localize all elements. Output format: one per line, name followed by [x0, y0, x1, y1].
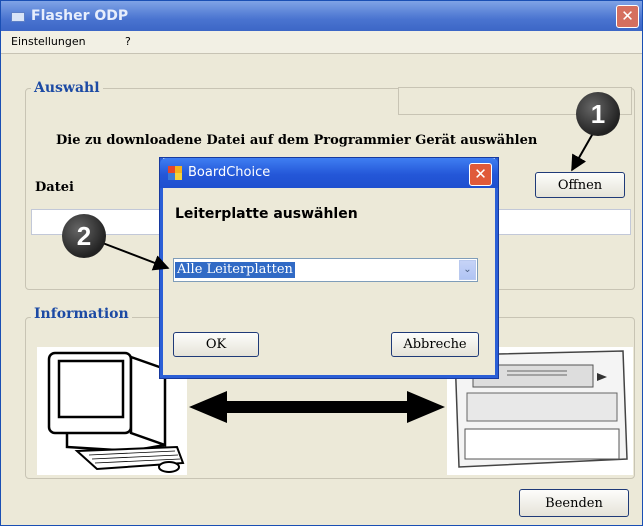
callout-2: 2 [62, 214, 106, 258]
callout-arrows [99, 127, 597, 271]
callout-2-arrow [99, 241, 170, 271]
callout-1: 1 [576, 92, 620, 136]
